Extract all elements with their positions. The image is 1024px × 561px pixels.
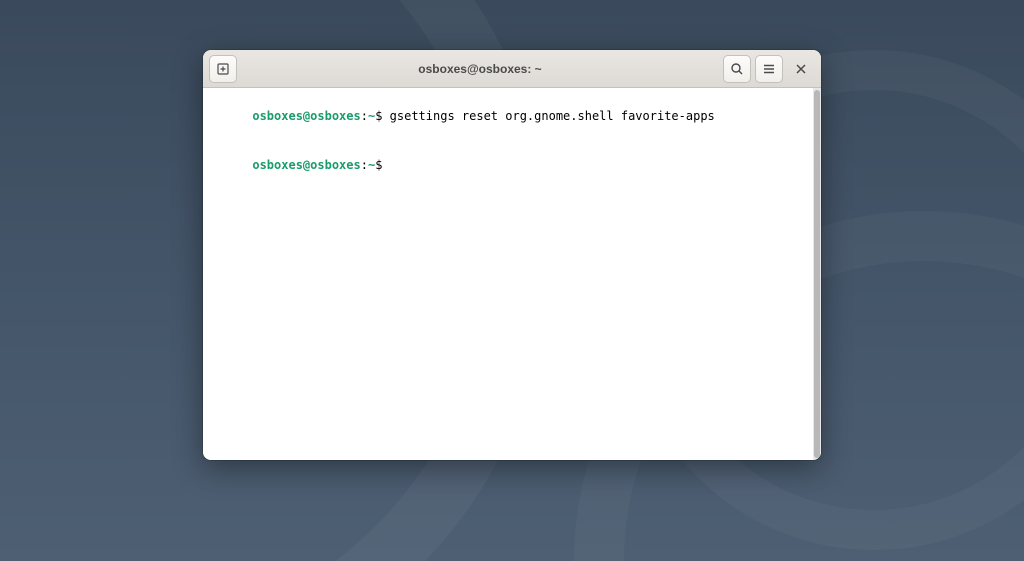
terminal-content[interactable]: osboxes@osboxes:~$ gsettings reset org.g…	[203, 88, 821, 460]
search-icon	[730, 62, 744, 76]
hamburger-icon	[762, 62, 776, 76]
menu-button[interactable]	[755, 55, 783, 83]
scrollbar[interactable]	[813, 88, 821, 460]
window-title: osboxes@osboxes: ~	[243, 62, 717, 76]
command-text: gsettings reset org.gnome.shell favorite…	[390, 109, 715, 123]
prompt-dollar: $	[375, 158, 389, 172]
prompt-sep: :	[361, 158, 368, 172]
new-tab-icon	[216, 62, 230, 76]
terminal-window: osboxes@osboxes: ~	[203, 50, 821, 460]
terminal-line: osboxes@osboxes:~$	[209, 141, 815, 190]
window-titlebar[interactable]: osboxes@osboxes: ~	[203, 50, 821, 88]
prompt-user: osboxes@osboxes	[252, 158, 360, 172]
prompt-sep: :	[361, 109, 368, 123]
prompt-dollar: $	[375, 109, 389, 123]
terminal-line: osboxes@osboxes:~$ gsettings reset org.g…	[209, 92, 815, 141]
close-icon	[795, 63, 807, 75]
search-button[interactable]	[723, 55, 751, 83]
new-tab-button[interactable]	[209, 55, 237, 83]
close-button[interactable]	[787, 55, 815, 83]
prompt-user: osboxes@osboxes	[252, 109, 360, 123]
titlebar-controls	[723, 55, 815, 83]
scrollbar-thumb[interactable]	[814, 90, 820, 458]
